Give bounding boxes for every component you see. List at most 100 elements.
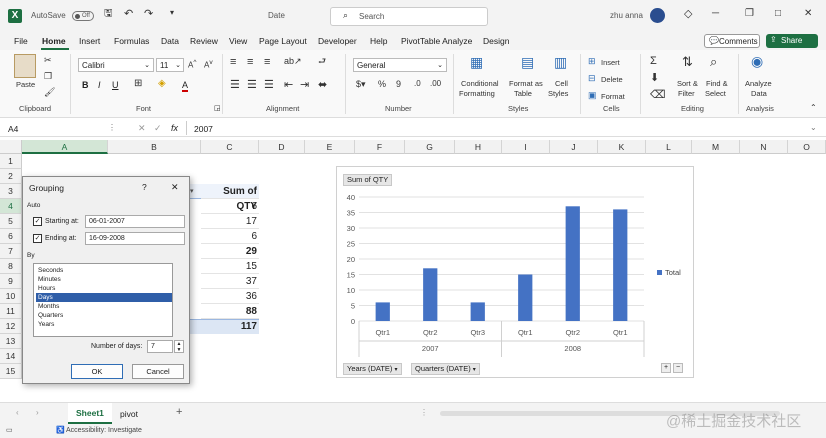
undo-icon[interactable]: ↶	[124, 9, 133, 20]
align-top-icon[interactable]: ≡	[230, 57, 236, 68]
column-header[interactable]: K	[598, 140, 646, 154]
underline-icon[interactable]: U	[112, 80, 119, 90]
list-item[interactable]: Months	[36, 302, 172, 311]
help-icon[interactable]: ?	[142, 182, 147, 192]
column-header[interactable]: A	[22, 140, 108, 154]
menu-page-layout[interactable]: Page Layout	[259, 36, 307, 46]
align-left-icon[interactable]: ☰	[230, 80, 240, 91]
row-header[interactable]: 8	[0, 259, 22, 274]
fill-color-icon[interactable]: ◈	[158, 79, 166, 89]
column-header[interactable]: G	[405, 140, 455, 154]
starting-at-checkbox[interactable]: ✓	[33, 217, 42, 226]
premium-icon[interactable]: ◇	[684, 9, 692, 20]
cut-icon[interactable]: ✂	[44, 56, 52, 65]
sort-filter-icon[interactable]: ⇅	[682, 55, 693, 68]
list-item[interactable]: Years	[36, 320, 172, 329]
menu-review[interactable]: Review	[190, 36, 218, 46]
years-field-button[interactable]: Years (DATE) ▾	[343, 363, 402, 375]
font-size-select[interactable]: 11 ⌄	[156, 58, 184, 72]
conditional-formatting-icon[interactable]: ▦	[470, 55, 483, 69]
name-box-dropdown-icon[interactable]: ⋮	[108, 123, 116, 132]
column-header[interactable]: M	[692, 140, 740, 154]
expand-formula-icon[interactable]: ⌄	[810, 123, 817, 132]
list-item[interactable]: Days	[36, 293, 172, 302]
list-item[interactable]: Hours	[36, 284, 172, 293]
menu-home[interactable]: Home	[42, 36, 66, 46]
row-header[interactable]: 3	[0, 184, 22, 199]
comments-button[interactable]: 💬 Comments	[704, 34, 760, 48]
decrease-decimal-icon[interactable]: .00	[430, 80, 441, 88]
column-header[interactable]: D	[259, 140, 305, 154]
starting-at-input[interactable]: 06-01-2007	[85, 215, 185, 228]
delete-cells-icon[interactable]: ⊟	[588, 74, 596, 83]
row-header[interactable]: 2	[0, 169, 22, 184]
days-input[interactable]: 7	[147, 340, 173, 353]
pivot-cell[interactable]: 15	[201, 259, 259, 274]
find-select-icon[interactable]: ⌕	[710, 55, 717, 68]
font-name-select[interactable]: Calibri ⌄	[78, 58, 154, 72]
row-header[interactable]: 5	[0, 214, 22, 229]
font-color-icon[interactable]: A	[182, 80, 189, 92]
bold-icon[interactable]: B	[82, 80, 89, 90]
menu-developer[interactable]: Developer	[318, 36, 357, 46]
scroll-left-icon[interactable]: ‹	[16, 408, 19, 417]
format-cells-button[interactable]: Format	[601, 92, 625, 101]
currency-icon[interactable]: $▾	[356, 80, 366, 89]
avatar[interactable]	[650, 8, 665, 23]
merge-center-icon[interactable]: ⬌	[318, 80, 327, 91]
format-as-table-icon[interactable]: ▤	[521, 55, 534, 69]
number-format-select[interactable]: General ⌄	[353, 58, 447, 72]
menu-data[interactable]: Data	[161, 36, 179, 46]
pivot-subtotal-cell[interactable]: 88	[201, 304, 259, 319]
pivot-grand-total-cell[interactable]: 117	[201, 319, 259, 334]
pivot-value-header[interactable]: Sum of QTY	[201, 184, 259, 212]
search-box[interactable]: ⌕ Search	[330, 7, 488, 26]
formula-input[interactable]: 2007	[194, 124, 213, 134]
increase-indent-icon[interactable]: ⇥	[300, 80, 309, 91]
name-box[interactable]: A4	[8, 124, 18, 134]
collapse-ribbon-icon[interactable]: ⌃	[810, 104, 817, 112]
decrease-indent-icon[interactable]: ⇤	[284, 80, 293, 91]
pivot-cell[interactable]: 36	[201, 289, 259, 304]
menu-pivottable-analyze[interactable]: PivotTable Analyze	[401, 36, 472, 46]
format-painter-icon[interactable]: 🖌	[44, 88, 55, 97]
save-icon[interactable]: 🖫	[104, 9, 113, 19]
insert-cells-button[interactable]: Insert	[601, 58, 620, 67]
scroll-right-icon[interactable]: ›	[36, 408, 39, 417]
percent-icon[interactable]: %	[378, 80, 386, 89]
column-header[interactable]: E	[305, 140, 355, 154]
sheet-tab-sheet1[interactable]: Sheet1	[68, 403, 112, 424]
align-right-icon[interactable]: ☰	[264, 80, 274, 91]
ending-at-input[interactable]: 16-09-2008	[85, 232, 185, 245]
minimize-icon[interactable]: ─	[712, 9, 719, 19]
row-header[interactable]: 11	[0, 304, 22, 319]
insert-function-icon[interactable]: fx	[171, 123, 178, 133]
paste-icon[interactable]	[14, 54, 36, 78]
menu-help[interactable]: Help	[370, 36, 387, 46]
insert-cells-icon[interactable]: ⊞	[588, 57, 596, 66]
days-spinner[interactable]: ▲ ▼	[174, 340, 184, 353]
row-header[interactable]: 15	[0, 364, 22, 379]
ending-at-checkbox[interactable]: ✓	[33, 234, 42, 243]
dialog-launcher-icon[interactable]: ◲	[214, 104, 221, 112]
cell-styles-icon[interactable]: ▥	[554, 55, 567, 69]
column-header[interactable]: F	[355, 140, 405, 154]
italic-icon[interactable]: I	[98, 80, 101, 90]
column-header[interactable]: L	[646, 140, 692, 154]
share-button[interactable]: ⇪ Share	[766, 34, 818, 48]
list-item[interactable]: Quarters	[36, 311, 172, 320]
restore-icon[interactable]: ❐	[745, 9, 754, 19]
list-item[interactable]: Seconds	[36, 266, 172, 275]
menu-insert[interactable]: Insert	[79, 36, 100, 46]
column-header[interactable]: B	[108, 140, 201, 154]
close-icon[interactable]: ✕	[171, 182, 179, 193]
column-header[interactable]: O	[788, 140, 826, 154]
column-header[interactable]: I	[502, 140, 550, 154]
row-header[interactable]: 10	[0, 289, 22, 304]
confirm-entry-icon[interactable]: ✓	[154, 123, 162, 134]
wrap-text-icon[interactable]: ⮐	[318, 57, 326, 66]
row-header[interactable]: 13	[0, 334, 22, 349]
comma-icon[interactable]: 9	[396, 80, 401, 89]
row-header[interactable]: 7	[0, 244, 22, 259]
delete-cells-button[interactable]: Delete	[601, 75, 623, 84]
